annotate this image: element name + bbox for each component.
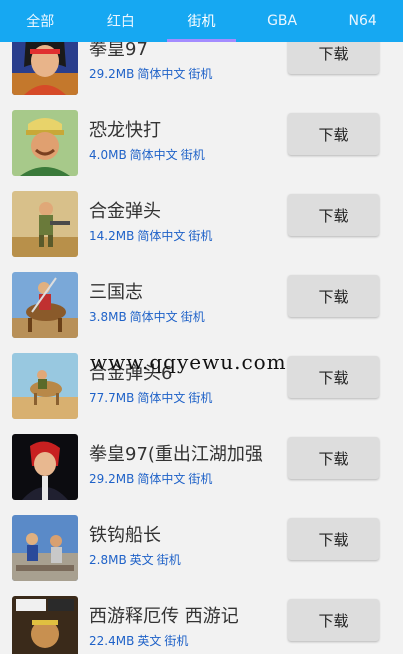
game-language: 简体中文	[129, 310, 178, 324]
game-title: 拳皇97	[89, 42, 148, 60]
category-tab-bar: 全部 红白 街机 GBA N64	[0, 0, 403, 42]
game-size: 22.4MB	[89, 634, 135, 648]
cadillacs-dinosaurs-thumbnail	[12, 110, 78, 176]
game-size: 29.2MB	[89, 472, 135, 486]
tab-label: 红白	[106, 14, 135, 30]
tab-label: 全部	[26, 14, 55, 30]
download-button[interactable]: 下载	[288, 113, 379, 155]
download-button[interactable]: 下载	[288, 437, 379, 479]
game-language: 简体中文	[137, 67, 186, 81]
game-meta: 29.2MB 简体中文 街机	[89, 470, 215, 487]
game-language: 简体中文	[129, 148, 178, 162]
game-meta: 4.0MB 简体中文 街机	[89, 146, 208, 163]
game-meta: 3.8MB 简体中文 街机	[89, 308, 208, 325]
download-button[interactable]: 下载	[288, 275, 379, 317]
game-category: 街机	[156, 553, 181, 567]
metal-slug-6-thumbnail	[12, 353, 78, 419]
tab-arcade[interactable]: 街机	[161, 0, 242, 42]
game-title: 西游释厄传 西游记	[89, 606, 239, 627]
game-row[interactable]: 三国志 3.8MB 简体中文 街机 下载	[0, 264, 403, 345]
tab-label: N64	[348, 13, 377, 29]
game-meta: 14.2MB 简体中文 街机	[89, 227, 215, 244]
download-button[interactable]: 下载	[288, 42, 379, 74]
download-button[interactable]: 下载	[288, 518, 379, 560]
game-language: 简体中文	[137, 391, 186, 405]
game-category: 街机	[188, 229, 213, 243]
app-screen: 全部 红白 街机 GBA N64 拳皇97 29.2MB 简体中文 街机 下载 …	[0, 0, 403, 654]
game-category: 街机	[188, 391, 213, 405]
tab-all[interactable]: 全部	[0, 0, 81, 42]
game-language: 简体中文	[137, 229, 186, 243]
game-category: 街机	[188, 67, 213, 81]
tab-gba[interactable]: GBA	[242, 0, 323, 42]
game-row[interactable]: 拳皇97 29.2MB 简体中文 街机 下载	[0, 42, 403, 102]
game-title: 三国志	[89, 282, 143, 303]
game-category: 街机	[188, 472, 213, 486]
tab-label: 街机	[187, 14, 216, 30]
download-button[interactable]: 下载	[288, 356, 379, 398]
game-meta: 2.8MB 英文 街机	[89, 551, 184, 568]
game-size: 4.0MB	[89, 148, 127, 162]
download-button[interactable]: 下载	[288, 194, 379, 236]
kof97-thumbnail	[12, 42, 78, 95]
game-list[interactable]: 拳皇97 29.2MB 简体中文 街机 下载 恐龙快打 4.0MB 简体中文 街…	[0, 42, 403, 654]
game-size: 3.8MB	[89, 310, 127, 324]
tab-label: GBA	[267, 13, 298, 29]
kof97-plus-thumbnail	[12, 434, 78, 500]
game-language: 简体中文	[137, 472, 186, 486]
game-language: 英文	[137, 634, 162, 648]
game-row[interactable]: 铁钩船长 2.8MB 英文 街机 下载	[0, 507, 403, 588]
game-meta: 22.4MB 英文 街机	[89, 632, 191, 649]
game-category: 街机	[164, 634, 189, 648]
game-row[interactable]: 合金弹头 14.2MB 简体中文 街机 下载	[0, 183, 403, 264]
game-meta: 29.2MB 简体中文 街机	[89, 65, 215, 82]
game-row[interactable]: 拳皇97(重出江湖加强 29.2MB 简体中文 街机 下载	[0, 426, 403, 507]
game-category: 街机	[180, 310, 205, 324]
game-list-content: 拳皇97 29.2MB 简体中文 街机 下载 恐龙快打 4.0MB 简体中文 街…	[0, 42, 403, 654]
game-row[interactable]: 恐龙快打 4.0MB 简体中文 街机 下载	[0, 102, 403, 183]
captain-commando-thumbnail	[12, 515, 78, 581]
game-size: 29.2MB	[89, 67, 135, 81]
game-title: 恐龙快打	[89, 120, 161, 141]
metal-slug-thumbnail	[12, 191, 78, 257]
tab-n64[interactable]: N64	[322, 0, 403, 42]
game-meta: 77.7MB 简体中文 街机	[89, 389, 215, 406]
game-size: 77.7MB	[89, 391, 135, 405]
game-title: 合金弹头	[89, 201, 161, 222]
game-size: 2.8MB	[89, 553, 127, 567]
game-title: 铁钩船长	[89, 525, 161, 546]
game-row[interactable]: 西游释厄传 西游记 22.4MB 英文 街机 下载	[0, 588, 403, 654]
download-button[interactable]: 下载	[288, 599, 379, 641]
sangokushi-thumbnail	[12, 272, 78, 338]
game-category: 街机	[180, 148, 205, 162]
game-title: 拳皇97(重出江湖加强	[89, 444, 263, 465]
tab-nes[interactable]: 红白	[81, 0, 162, 42]
watermark-text: www.qqyewu.com	[90, 350, 287, 374]
journey-west-thumbnail	[12, 596, 78, 654]
game-language: 英文	[129, 553, 154, 567]
game-size: 14.2MB	[89, 229, 135, 243]
